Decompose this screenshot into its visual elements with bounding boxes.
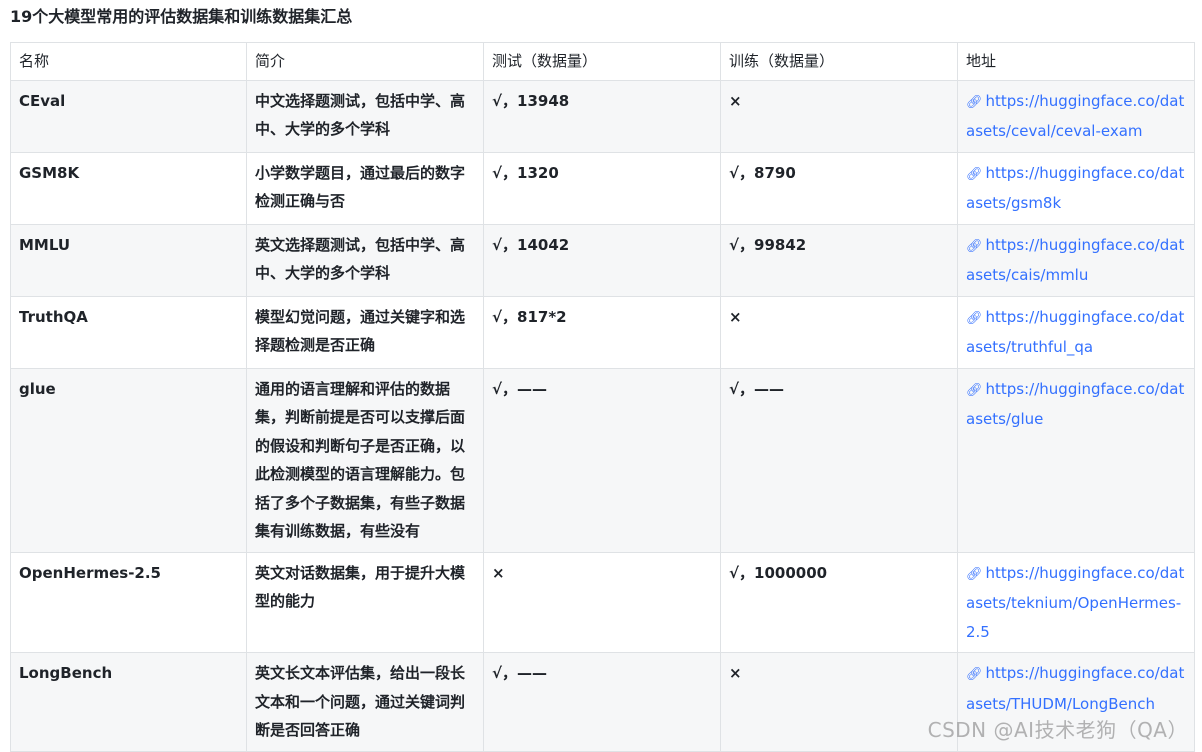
test-count: √，817*2 [483,295,721,369]
dataset-description: 中文选择题测试，包括中学、高中、大学的多个学科 [246,79,484,153]
link-icon: 🔗︎ [966,238,983,254]
dataset-description: 英文对话数据集，用于提升大模型的能力 [246,551,484,653]
train-count: √，8790 [720,151,958,225]
url-cell: 🔗︎ https://huggingface.co/datasets/truthf… [957,295,1195,369]
watermark: CSDN @AI技术老狗（QA） [927,718,1188,742]
dataset-link[interactable]: https://huggingface.co/datasets/glue [966,380,1184,429]
dataset-description: 英文选择题测试，包括中学、高中、大学的多个学科 [246,223,484,297]
dataset-link[interactable]: https://huggingface.co/datasets/THUDM/Lo… [966,664,1184,713]
train-count: √，—— [720,367,958,553]
header-train-count: 训练（数据量） [720,42,958,81]
url-cell: 🔗︎ https://huggingface.co/datasets/ceval/… [957,79,1195,153]
header-name: 名称 [10,42,247,81]
test-count: √，—— [483,652,721,752]
link-icon: 🔗︎ [966,382,983,398]
header-url: 地址 [957,42,1195,81]
url-cell: 🔗︎ https://huggingface.co/datasets/gsm8k [957,151,1195,225]
header-test-count: 测试（数据量） [483,42,721,81]
train-count: × [720,652,958,752]
table-row: TruthQA 模型幻觉问题，通过关键字和选择题检测是否正确 √，817*2 ×… [10,295,1195,369]
test-count: √，13948 [483,79,721,153]
dataset-name: LongBench [10,652,247,752]
train-count: √，99842 [720,223,958,297]
header-description: 简介 [246,42,484,81]
dataset-link[interactable]: https://huggingface.co/datasets/gsm8k [966,164,1184,213]
table-row: CEval 中文选择题测试，包括中学、高中、大学的多个学科 √，13948 × … [10,79,1195,153]
dataset-name: TruthQA [10,295,247,369]
page-title: 19个大模型常用的评估数据集和训练数据集汇总 [10,7,353,26]
table-row: MMLU 英文选择题测试，包括中学、高中、大学的多个学科 √，14042 √，9… [10,223,1195,297]
test-count: √，1320 [483,151,721,225]
dataset-name: MMLU [10,223,247,297]
link-icon: 🔗︎ [966,667,983,682]
table-row: glue 通用的语言理解和评估的数据集，判断前提是否可以支撑后面的假设和判断句子… [10,367,1195,553]
dataset-description: 模型幻觉问题，通过关键字和选择题检测是否正确 [246,295,484,369]
link-icon: 🔗︎ [966,566,983,582]
dataset-link[interactable]: https://huggingface.co/datasets/truthful… [966,308,1184,357]
link-icon: 🔗︎ [966,94,983,110]
url-cell: 🔗︎ https://huggingface.co/datasets/cais/m… [957,223,1195,297]
dataset-description: 英文长文本评估集，给出一段长文本和一个问题，通过关键词判断是否回答正确 [246,652,484,752]
datasets-table: 名称 简介 测试（数据量） 训练（数据量） 地址 CEval 中文选择题测试，包… [10,42,1195,752]
dataset-link[interactable]: https://huggingface.co/datasets/ceval/ce… [966,92,1184,141]
link-icon: 🔗︎ [966,166,983,182]
table-row: GSM8K 小学数学题目，通过最后的数字检测正确与否 √，1320 √，8790… [10,151,1195,225]
dataset-link[interactable]: https://huggingface.co/datasets/teknium/… [966,564,1184,641]
dataset-name: GSM8K [10,151,247,225]
train-count: √，1000000 [720,551,958,653]
dataset-name: OpenHermes-2.5 [10,551,247,653]
test-count: √，—— [483,367,721,553]
table-header-row: 名称 简介 测试（数据量） 训练（数据量） 地址 [10,42,1195,81]
dataset-name: glue [10,367,247,553]
dataset-description: 小学数学题目，通过最后的数字检测正确与否 [246,151,484,225]
dataset-link[interactable]: https://huggingface.co/datasets/cais/mml… [966,236,1184,285]
url-cell: 🔗︎ https://huggingface.co/datasets/tekniu… [957,551,1195,653]
test-count: × [483,551,721,653]
table-row: OpenHermes-2.5 英文对话数据集，用于提升大模型的能力 × √，10… [10,551,1195,653]
train-count: × [720,79,958,153]
link-icon: 🔗︎ [966,310,983,326]
dataset-name: CEval [10,79,247,153]
url-cell: 🔗︎ https://huggingface.co/datasets/glue [957,367,1195,553]
train-count: × [720,295,958,369]
dataset-description: 通用的语言理解和评估的数据集，判断前提是否可以支撑后面的假设和判断句子是否正确，… [246,367,484,553]
test-count: √，14042 [483,223,721,297]
